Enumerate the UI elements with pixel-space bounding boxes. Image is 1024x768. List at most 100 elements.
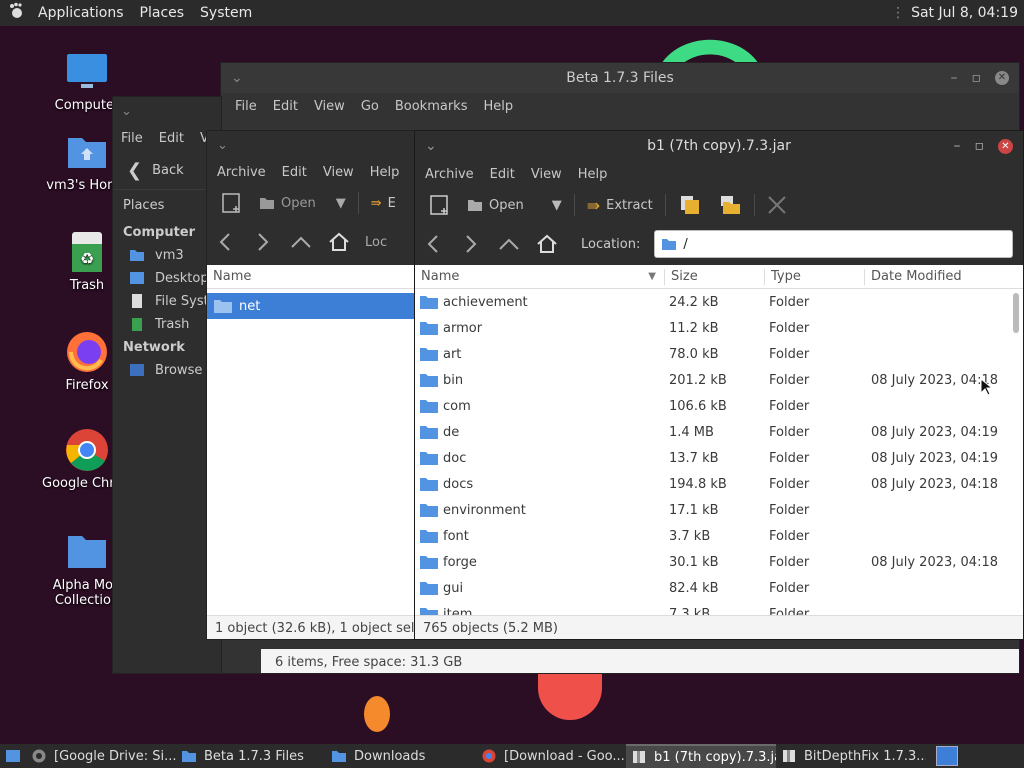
task-google-drive[interactable]: [Google Drive: Si... [26,744,176,768]
extract-button[interactable]: ⇛ E [363,188,404,218]
maximize-icon[interactable]: ▫ [975,138,985,154]
home-icon[interactable] [327,230,351,254]
up-arrow-icon[interactable] [289,230,313,254]
table-row[interactable]: doc 13.7 kB Folder 08 July 2023, 04:19 [415,445,1023,471]
window-jar-archive[interactable]: ⌄ b1 (7th copy).7.3.jar – ▫ ✕ Archive Edit… [414,130,1024,640]
chevron-down-icon[interactable]: ⌄ [113,97,221,125]
workspace-switcher[interactable] [936,746,958,766]
column-date[interactable]: Date Modified [865,269,1005,285]
add-files-button[interactable] [670,190,710,220]
close-icon[interactable]: ✕ [998,138,1013,154]
menu-edit[interactable]: Edit [274,165,315,180]
sidebar-item-trash[interactable]: Trash [113,313,221,336]
sidebar-item-label: Trash [155,317,190,332]
table-row[interactable]: font 3.7 kB Folder [415,523,1023,549]
cell-name: environment [415,502,665,518]
column-type[interactable]: Type [765,268,865,285]
table-row[interactable]: bin 201.2 kB Folder 08 July 2023, 04:18 [415,367,1023,393]
open-button[interactable]: Open ▼ [251,188,354,218]
show-desktop-icon[interactable] [0,749,26,763]
menu-help[interactable]: Help [570,167,616,182]
back-arrow-icon[interactable] [421,232,445,256]
table-row[interactable]: environment 17.1 kB Folder [415,497,1023,523]
back-arrow-icon[interactable] [213,230,237,254]
column-name[interactable]: Name [207,269,417,285]
maximize-icon[interactable]: ▫ [972,70,982,86]
task-label: BitDepthFix 1.7.3.... [804,748,926,764]
dropdown-arrow-icon[interactable]: ▼ [336,196,346,211]
sidebar-item-desktop[interactable]: Desktop [113,267,221,290]
location-input[interactable]: / [654,230,1013,258]
task-downloads[interactable]: Downloads [326,744,476,768]
close-icon[interactable]: ✕ [995,71,1009,85]
gnome-foot-icon[interactable] [0,2,30,24]
add-folder-button[interactable] [710,190,750,220]
chevron-down-icon[interactable]: ⌄ [207,131,417,159]
task-download-chrome[interactable]: [Download - Goo... [476,744,626,768]
extract-button[interactable]: ⇛ Extract [579,190,661,220]
file-list: Name ▼ Size Type Date Modified achievemen… [415,265,1023,615]
folder-icon [468,200,482,211]
window-archive-net[interactable]: ⌄ Archive Edit View Help Open ▼ ⇛ E Loc Na… [206,130,418,640]
table-row[interactable]: art 78.0 kB Folder [415,341,1023,367]
titlebar[interactable]: ⌄ b1 (7th copy).7.3.jar – ▫ ✕ [415,131,1023,161]
menu-archive[interactable]: Archive [417,167,482,182]
menu-view[interactable]: View [306,99,353,114]
scrollbar-thumb[interactable] [1013,293,1019,333]
minimize-icon[interactable]: – [954,138,961,154]
system-menu[interactable]: System [192,5,260,21]
column-size[interactable]: Size [665,268,765,285]
menu-file[interactable]: File [227,99,265,114]
menu-archive[interactable]: Archive [209,165,274,180]
open-button[interactable]: Open ▼ [459,190,570,220]
menu-go[interactable]: Go [353,99,387,114]
menu-edit[interactable]: Edit [482,167,523,182]
folder-icon [419,346,439,362]
task-bitdepthfix[interactable]: BitDepthFix 1.7.3.... [776,744,926,768]
table-row[interactable]: net [207,293,417,319]
menu-edit[interactable]: Edit [151,131,192,146]
menu-help[interactable]: Help [475,99,521,114]
chevron-down-icon[interactable]: ⌄ [231,70,243,86]
places-dropdown[interactable]: Places [113,189,221,221]
table-row[interactable]: docs 194.8 kB Folder 08 July 2023, 04:18 [415,471,1023,497]
open-label: Open [489,197,524,213]
forward-arrow-icon[interactable] [251,230,275,254]
sidebar-item-filesystem[interactable]: File System [113,290,221,313]
table-row[interactable]: forge 30.1 kB Folder 08 July 2023, 04:18 [415,549,1023,575]
new-archive-button[interactable] [213,188,251,218]
task-beta-files[interactable]: Beta 1.7.3 Files [176,744,326,768]
folder-icon [419,320,439,336]
sidebar-item-browse-network[interactable]: Browse Network [113,359,221,382]
chevron-down-icon[interactable]: ⌄ [425,138,437,154]
sidebar-item-vm3[interactable]: vm3 [113,244,221,267]
menu-view[interactable]: View [523,167,570,182]
table-row[interactable]: item 7.3 kB Folder [415,601,1023,615]
menu-view[interactable]: View [315,165,362,180]
up-arrow-icon[interactable] [497,232,521,256]
applications-menu[interactable]: Applications [30,5,132,21]
open-label: Open [281,195,316,211]
column-name[interactable]: Name ▼ [415,268,665,285]
table-row[interactable]: achievement 24.2 kB Folder [415,289,1023,315]
table-row[interactable]: armor 11.2 kB Folder [415,315,1023,341]
dropdown-arrow-icon[interactable]: ▼ [552,198,562,213]
places-menu[interactable]: Places [132,5,193,21]
menu-edit[interactable]: Edit [265,99,306,114]
menu-help[interactable]: Help [362,165,408,180]
new-archive-button[interactable] [421,190,459,220]
home-icon[interactable] [535,232,559,256]
stop-button[interactable] [759,190,795,220]
titlebar[interactable]: ⌄ Beta 1.7.3 Files – ▫ ✕ [221,63,1019,93]
wallpaper-shape-red [538,672,602,720]
table-row[interactable]: com 106.6 kB Folder [415,393,1023,419]
minimize-icon[interactable]: – [951,70,958,86]
table-row[interactable]: gui 82.4 kB Folder [415,575,1023,601]
back-button[interactable]: ❮ Back [113,151,221,189]
clock[interactable]: ⋮ Sat Jul 8, 04:19 [891,5,1024,21]
task-jar-archive[interactable]: b1 (7th copy).7.3.jar [626,744,776,768]
menu-file[interactable]: File [113,131,151,146]
table-row[interactable]: de 1.4 MB Folder 08 July 2023, 04:19 [415,419,1023,445]
forward-arrow-icon[interactable] [459,232,483,256]
menu-bookmarks[interactable]: Bookmarks [387,99,476,114]
